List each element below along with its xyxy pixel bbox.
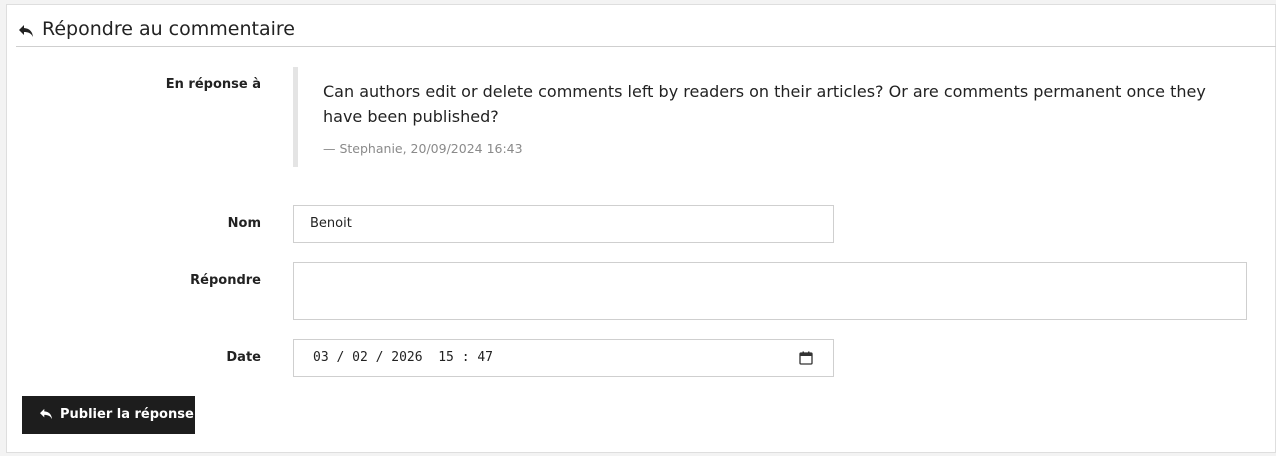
publish-reply-button[interactable]: Publier la réponse (22, 396, 195, 434)
panel-header: Répondre au commentaire (16, 15, 1276, 47)
quoted-comment-meta: — Stephanie, 20/09/2024 16:43 (323, 141, 523, 156)
reply-label: Répondre (190, 273, 261, 288)
in-reply-to-label: En réponse à (165, 77, 261, 92)
page-title: Répondre au commentaire (42, 18, 295, 40)
calendar-icon[interactable] (799, 351, 813, 365)
date-label: Date (226, 350, 261, 365)
date-input[interactable]: 03 / 02 / 2026 15 : 47 (293, 339, 834, 377)
quoted-comment-text: Can authors edit or delete comments left… (323, 82, 1206, 126)
reply-panel: Répondre au commentaire En réponse à Can… (6, 4, 1276, 453)
quoted-comment: Can authors edit or delete comments left… (293, 67, 1233, 167)
publish-reply-label: Publier la réponse (60, 407, 194, 422)
name-label: Nom (227, 216, 261, 231)
reply-textarea[interactable] (293, 262, 1247, 320)
reply-icon (40, 408, 52, 420)
date-value: 03 / 02 / 2026 15 : 47 (313, 350, 494, 365)
reply-icon (19, 25, 33, 37)
name-input[interactable]: Benoit (293, 205, 834, 243)
